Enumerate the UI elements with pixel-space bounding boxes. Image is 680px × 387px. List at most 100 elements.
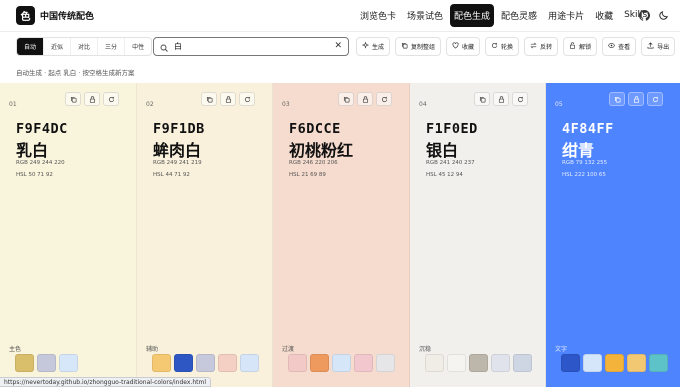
export-label: 导出 (657, 44, 670, 51)
swatch[interactable] (37, 354, 56, 372)
reverse-button[interactable]: 反转 (524, 37, 559, 56)
refresh-icon[interactable] (103, 92, 119, 106)
lock-icon[interactable] (493, 92, 509, 106)
color-card[interactable]: 02 F9F1DB 蛑肉白 RGB 249 241 219 HSL 44 71 … (137, 83, 273, 387)
favorite-button[interactable]: 收藏 (446, 37, 481, 56)
color-card[interactable]: 03 F6DCCE 初桃粉红 RGB 246 220 206 HSL 21 69… (273, 83, 410, 387)
rgb-value: RGB 241 240 237 (426, 160, 475, 166)
hex-code[interactable]: 4F84FF (562, 121, 614, 137)
swatch[interactable] (196, 354, 215, 372)
swatch[interactable] (376, 354, 395, 372)
card-actions (474, 92, 528, 106)
lock-icon[interactable] (220, 92, 236, 106)
card-index: 04 (419, 101, 427, 108)
swatch[interactable] (627, 354, 646, 372)
github-icon[interactable] (638, 9, 650, 21)
swatch-row (152, 354, 259, 372)
swatch[interactable] (447, 354, 466, 372)
swatch[interactable] (491, 354, 510, 372)
search-box: ✕ (153, 37, 349, 56)
swatch[interactable] (174, 354, 193, 372)
mode-analogous[interactable]: 近似 (44, 38, 72, 55)
hex-code[interactable]: F1F0ED (426, 121, 478, 137)
logo[interactable]: 色 (16, 6, 35, 25)
export-button[interactable]: 导出 (641, 37, 676, 56)
hex-code[interactable]: F9F1DB (153, 121, 205, 137)
swatch[interactable] (59, 354, 78, 372)
copy-icon[interactable] (474, 92, 490, 106)
refresh-icon[interactable] (647, 92, 663, 106)
mode-triad[interactable]: 三分 (98, 38, 126, 55)
swatch[interactable] (605, 354, 624, 372)
lock-icon[interactable] (357, 92, 373, 106)
nav-item-generate[interactable]: 配色生成 (450, 3, 495, 27)
role-label: 辅助 (146, 346, 159, 353)
swatch[interactable] (561, 354, 580, 372)
mode-selector: 自动 近似 对比 三分 中性 (16, 37, 153, 56)
view-button[interactable]: 查看 (602, 37, 637, 56)
copy-icon[interactable] (609, 92, 625, 106)
search-icon (160, 37, 168, 56)
hsl-value: HSL 44 71 92 (153, 172, 190, 178)
swatch[interactable] (425, 354, 444, 372)
main-nav: 浏览色卡 场景试色 配色生成 配色灵感 用途卡片 收藏 Skills (356, 3, 651, 27)
swatch[interactable] (332, 354, 351, 372)
swatch[interactable] (15, 354, 34, 372)
nav-item-scene[interactable]: 场景试色 (403, 4, 447, 27)
swatch-row (288, 354, 395, 372)
swatch[interactable] (354, 354, 373, 372)
lock-icon[interactable] (84, 92, 100, 106)
copy-all-button[interactable]: 复制整组 (395, 37, 442, 56)
unlock-button[interactable]: 解锁 (563, 37, 598, 56)
swatch[interactable] (469, 354, 488, 372)
swatch[interactable] (310, 354, 329, 372)
favorite-label: 收藏 (462, 44, 475, 51)
action-bar: 生成 复制整组 收藏 轮换 反转 解锁 查看 导出 (356, 37, 676, 56)
search-input[interactable] (174, 42, 324, 51)
color-card[interactable]: 04 F1F0ED 银白 RGB 241 240 237 HSL 45 12 9… (410, 83, 546, 387)
swatch-row (425, 354, 532, 372)
swatch[interactable] (152, 354, 171, 372)
color-card[interactable]: 05 4F84FF 绀青 RGB 79 132 255 HSL 222 100 … (546, 83, 680, 387)
hex-code[interactable]: F9F4DC (16, 121, 68, 137)
card-index: 01 (9, 101, 17, 108)
swatch[interactable] (513, 354, 532, 372)
copy-icon[interactable] (338, 92, 354, 106)
nav-item-browse[interactable]: 浏览色卡 (356, 4, 400, 27)
copy-all-label: 复制整组 (411, 44, 436, 51)
mode-auto[interactable]: 自动 (17, 38, 45, 55)
clear-icon[interactable]: ✕ (334, 41, 342, 51)
copy-icon[interactable] (65, 92, 81, 106)
rgb-value: RGB 249 241 219 (153, 160, 202, 166)
swatch[interactable] (583, 354, 602, 372)
rotate-label: 轮换 (501, 44, 514, 51)
nav-item-cards[interactable]: 用途卡片 (544, 4, 588, 27)
card-index: 02 (146, 101, 154, 108)
swatch[interactable] (288, 354, 307, 372)
swatch[interactable] (218, 354, 237, 372)
copy-icon[interactable] (201, 92, 217, 106)
refresh-icon[interactable] (512, 92, 528, 106)
nav-item-inspiration[interactable]: 配色灵感 (497, 4, 541, 27)
brand-title[interactable]: 中国传统配色 (40, 9, 94, 22)
refresh-icon[interactable] (376, 92, 392, 106)
nav-item-favorites[interactable]: 收藏 (591, 4, 617, 27)
export-icon (647, 42, 654, 51)
generate-button[interactable]: 生成 (356, 37, 391, 56)
role-label: 主色 (9, 346, 22, 353)
mode-neutral[interactable]: 中性 (125, 38, 151, 55)
hex-code[interactable]: F6DCCE (289, 121, 341, 137)
role-label: 过渡 (282, 346, 295, 353)
lock-icon[interactable] (628, 92, 644, 106)
rotate-button[interactable]: 轮换 (485, 37, 520, 56)
swatch[interactable] (649, 354, 668, 372)
hsl-value: HSL 222 100 65 (562, 172, 606, 178)
moon-icon[interactable] (658, 9, 670, 21)
color-card[interactable]: 01 F9F4DC 乳白 RGB 249 244 220 HSL 50 71 9… (0, 83, 137, 387)
mode-contrast[interactable]: 对比 (71, 38, 99, 55)
refresh-icon[interactable] (239, 92, 255, 106)
role-label: 文字 (555, 346, 568, 353)
swatch[interactable] (240, 354, 259, 372)
palette-cards: 01 F9F4DC 乳白 RGB 249 244 220 HSL 50 71 9… (0, 83, 680, 387)
unlock-label: 解锁 (579, 44, 592, 51)
